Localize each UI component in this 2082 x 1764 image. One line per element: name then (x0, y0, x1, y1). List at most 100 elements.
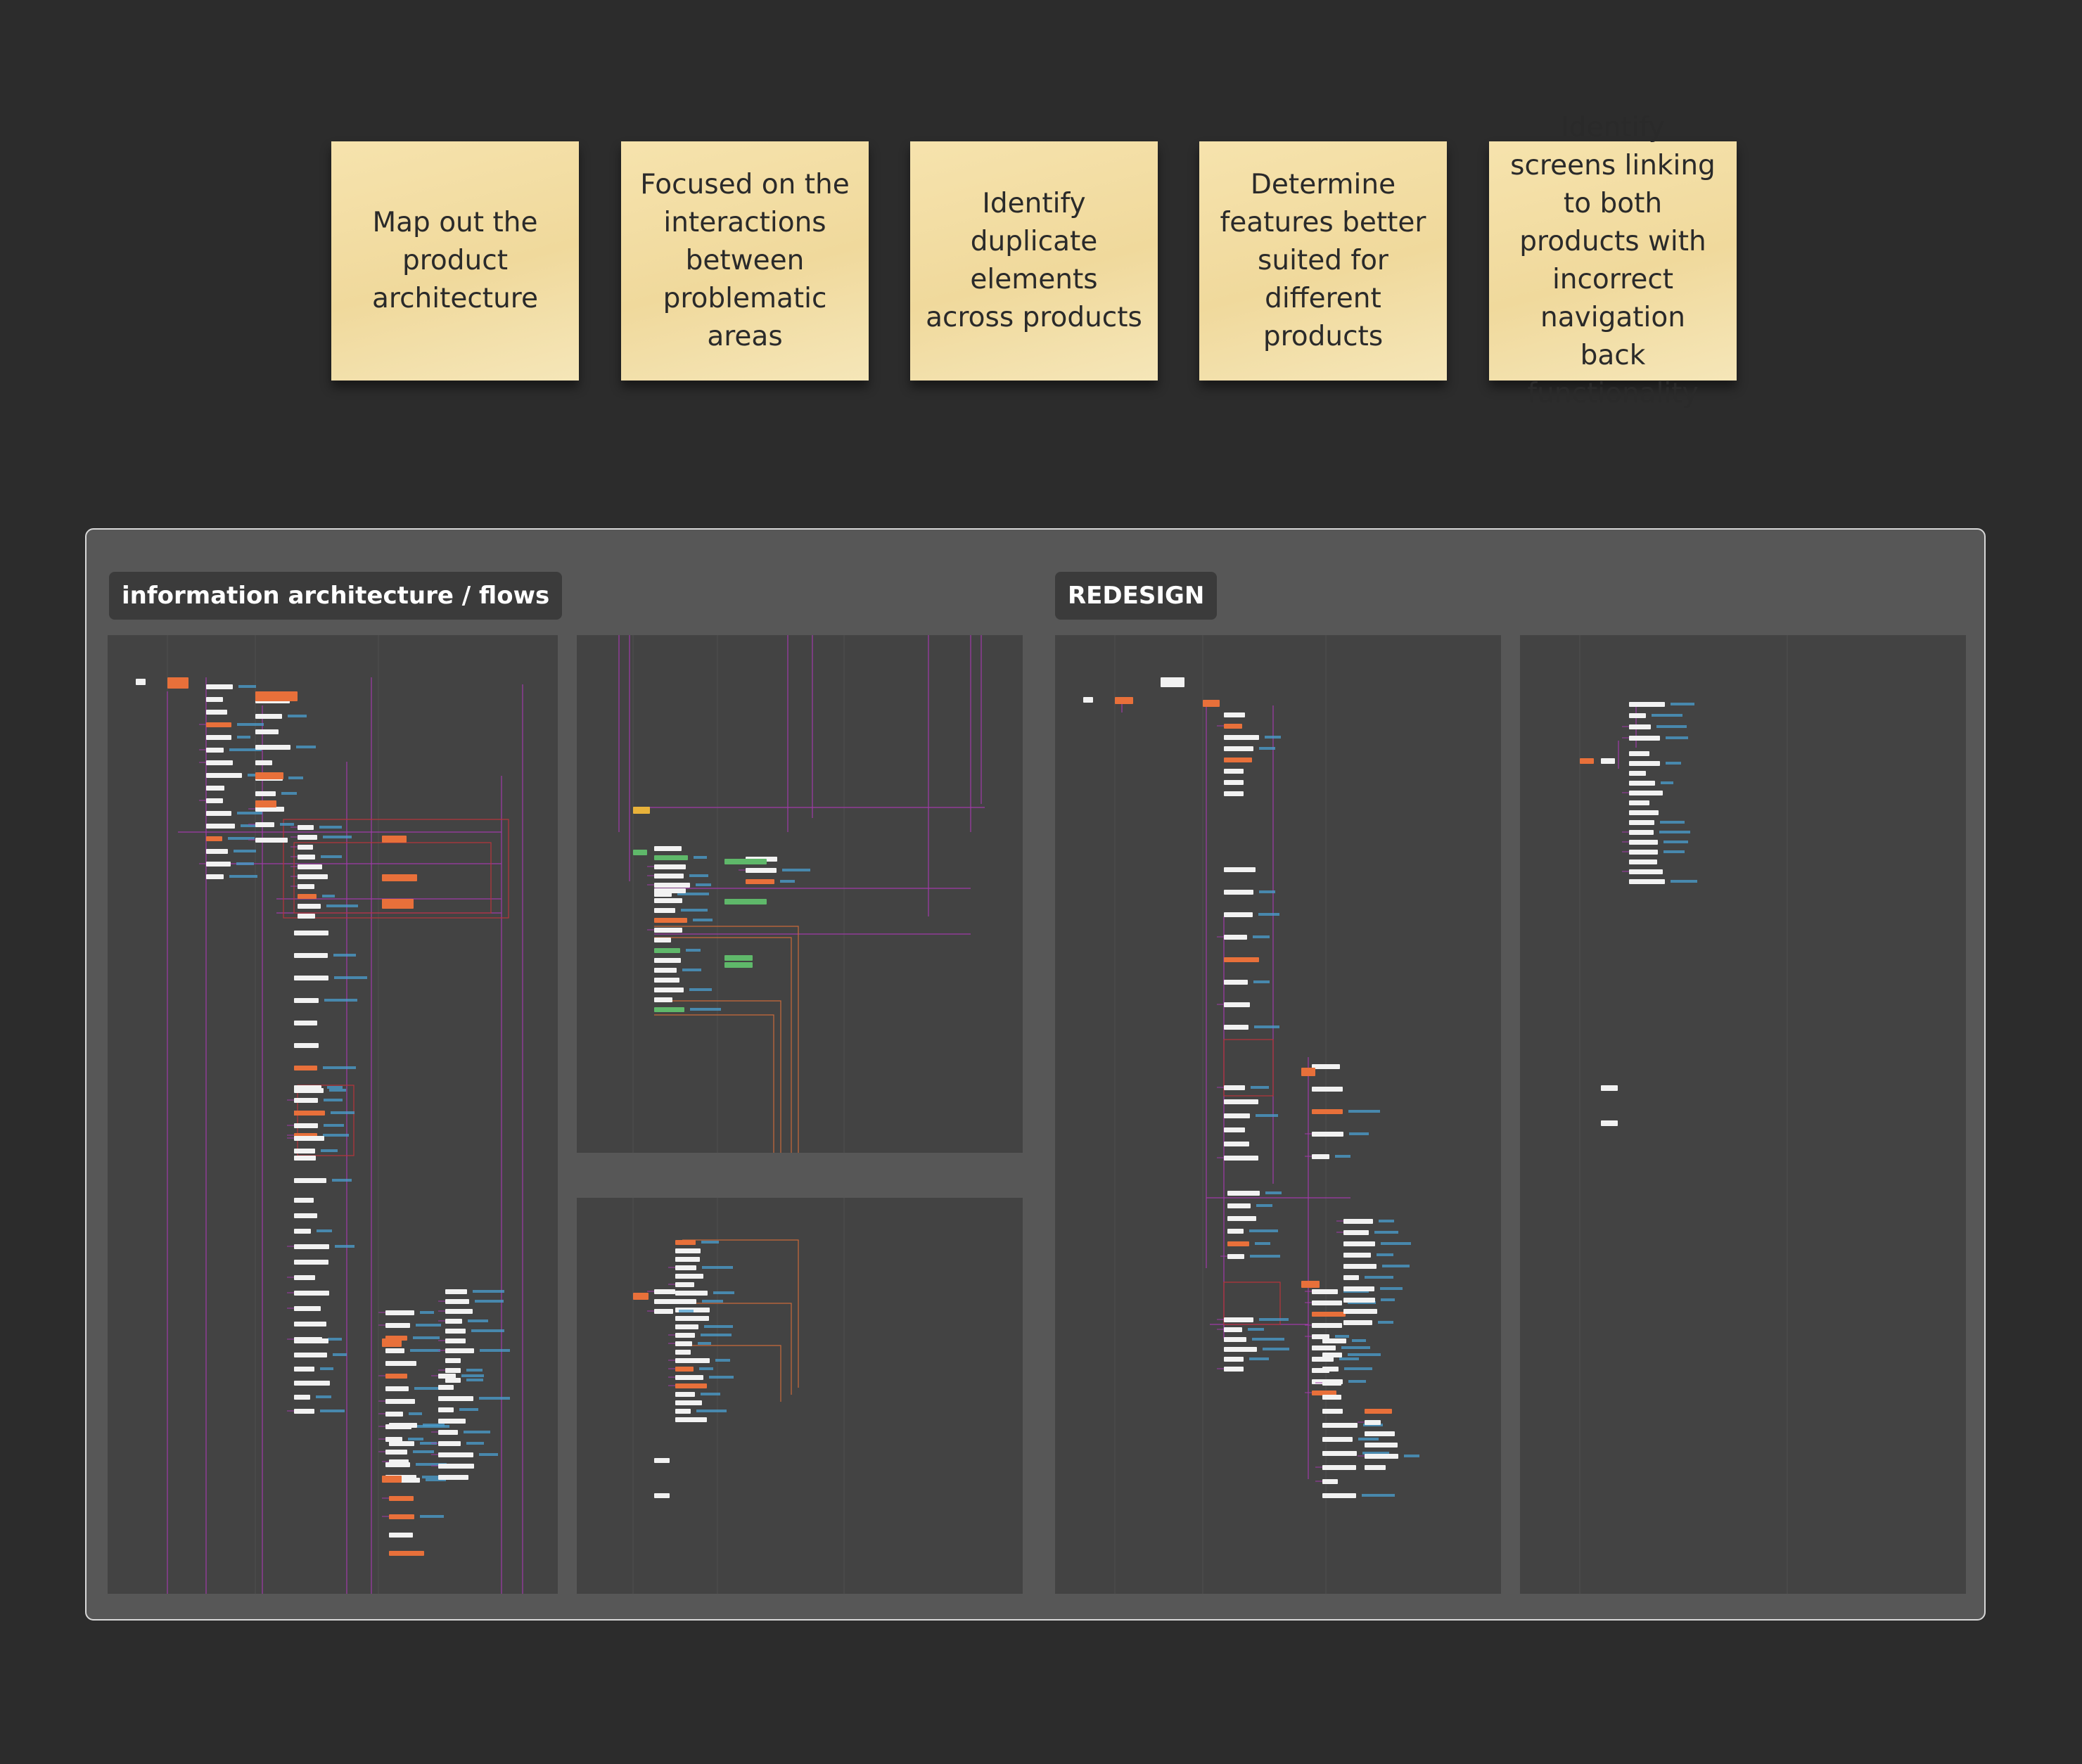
flow-node (1629, 791, 1663, 795)
sticky-note-duplicates[interactable]: Identify duplicate elements across produ… (910, 141, 1158, 381)
flow-annotation (422, 1476, 440, 1478)
flow-node (675, 1383, 707, 1388)
flow-annotation (1666, 762, 1681, 765)
flow-annotation (479, 1453, 498, 1456)
flow-node (746, 868, 777, 873)
flow-node (255, 760, 272, 765)
flow-node (385, 1348, 404, 1353)
sticky-note-features[interactable]: Determine features better suited for dif… (1199, 141, 1447, 381)
flow-annotation (413, 1450, 434, 1453)
flow-node (294, 1198, 314, 1203)
flow-node (1322, 1465, 1356, 1470)
flow-node (294, 1244, 329, 1249)
flow-node (675, 1417, 707, 1422)
flow-node (1224, 1025, 1248, 1030)
flow-node (438, 1441, 461, 1446)
flow-annotation (328, 1338, 342, 1341)
flow-node (206, 798, 223, 803)
flow-annotation (1341, 1346, 1370, 1349)
flow-node (1629, 800, 1649, 805)
sticky-note-map-architecture[interactable]: Map out the product architecture (331, 141, 579, 381)
flow-node (675, 1316, 709, 1321)
flow-node (675, 1248, 701, 1253)
flow-annotation (1349, 1132, 1369, 1135)
redesign-frame-main[interactable] (1055, 635, 1501, 1594)
flow-node (206, 760, 233, 765)
flow-annotation (1335, 1155, 1350, 1158)
flow-node (675, 1400, 702, 1405)
flow-frame-secondary-top[interactable] (577, 635, 1023, 1153)
flow-node (654, 898, 682, 903)
section-label-information-architecture[interactable]: information architecture / flows (109, 572, 563, 620)
flow-node (438, 1407, 454, 1412)
flow-node (294, 1156, 316, 1161)
flow-annotation (335, 1245, 355, 1248)
sticky-note-interactions[interactable]: Focused on the interactions between prob… (621, 141, 869, 381)
flow-node (654, 874, 684, 878)
flow-annotation (317, 1229, 332, 1232)
flow-node (654, 883, 690, 888)
flow-node (675, 1282, 694, 1287)
flow-frame-main[interactable] (108, 635, 558, 1594)
sticky-note-text: Identify screens linking to both product… (1510, 112, 1716, 409)
flow-annotation (408, 1438, 423, 1440)
flow-node (1224, 1002, 1250, 1007)
flow-node (298, 894, 317, 899)
flow-node-highlight (382, 1338, 402, 1347)
flow-node (1227, 1254, 1244, 1259)
flow-node (294, 1275, 315, 1280)
flow-annotation (1250, 1255, 1280, 1258)
flow-node (654, 888, 686, 893)
flow-node (438, 1430, 458, 1435)
flow-node-highlight (255, 691, 298, 701)
flow-annotation (1255, 1242, 1270, 1245)
flow-node (438, 1464, 474, 1469)
flow-annotation (1656, 725, 1687, 728)
flow-node (675, 1350, 691, 1355)
redesign-frame-secondary[interactable] (1520, 635, 1966, 1594)
flow-annotation (319, 826, 342, 829)
flow-frame-secondary-bottom[interactable] (577, 1198, 1023, 1594)
flow-node (1322, 1409, 1343, 1414)
flow-annotation (782, 869, 810, 871)
flow-annotation (709, 1376, 734, 1379)
flow-node-highlight (1083, 697, 1093, 703)
flow-annotation (689, 988, 712, 991)
flow-node (1629, 713, 1646, 718)
flow-annotation (693, 919, 713, 921)
flow-node (389, 1441, 414, 1446)
flow-annotation (241, 824, 257, 827)
whiteboard-section[interactable]: information architecture / flows REDESIG… (85, 528, 1986, 1621)
section-label-redesign[interactable]: REDESIGN (1055, 572, 1218, 620)
sticky-note-navigation[interactable]: Identify screens linking to both product… (1489, 112, 1737, 409)
flow-node-highlight (1203, 700, 1220, 707)
flow-node (1224, 1142, 1249, 1146)
flow-annotation (466, 1379, 483, 1381)
flow-node (206, 849, 228, 854)
flow-annotation (1671, 880, 1697, 883)
flow-annotation (1380, 1287, 1403, 1290)
flow-node (294, 1098, 318, 1103)
flow-annotation (331, 1111, 355, 1114)
flow-node (385, 1323, 410, 1328)
flow-node (1365, 1465, 1386, 1470)
flow-node (206, 722, 231, 727)
flow-node (389, 1514, 414, 1519)
flow-node-highlight (382, 899, 414, 909)
flow-node (1224, 758, 1252, 762)
flow-annotation (686, 949, 701, 952)
flow-node-highlight (1601, 1085, 1618, 1091)
sticky-note-text: Map out the product architecture (372, 207, 538, 314)
flow-node (1224, 712, 1245, 717)
flow-annotation (1404, 1455, 1419, 1457)
flow-annotation (468, 1319, 488, 1322)
flow-node (1343, 1298, 1375, 1303)
flow-node (294, 1213, 317, 1218)
flow-node (1312, 1109, 1343, 1114)
flow-annotation (320, 1367, 333, 1370)
flow-node (1343, 1309, 1377, 1314)
flow-annotation (237, 736, 250, 739)
flow-node (1224, 1327, 1242, 1332)
flow-node (1224, 1367, 1244, 1372)
redesign-diagram-main (1083, 635, 1419, 1594)
